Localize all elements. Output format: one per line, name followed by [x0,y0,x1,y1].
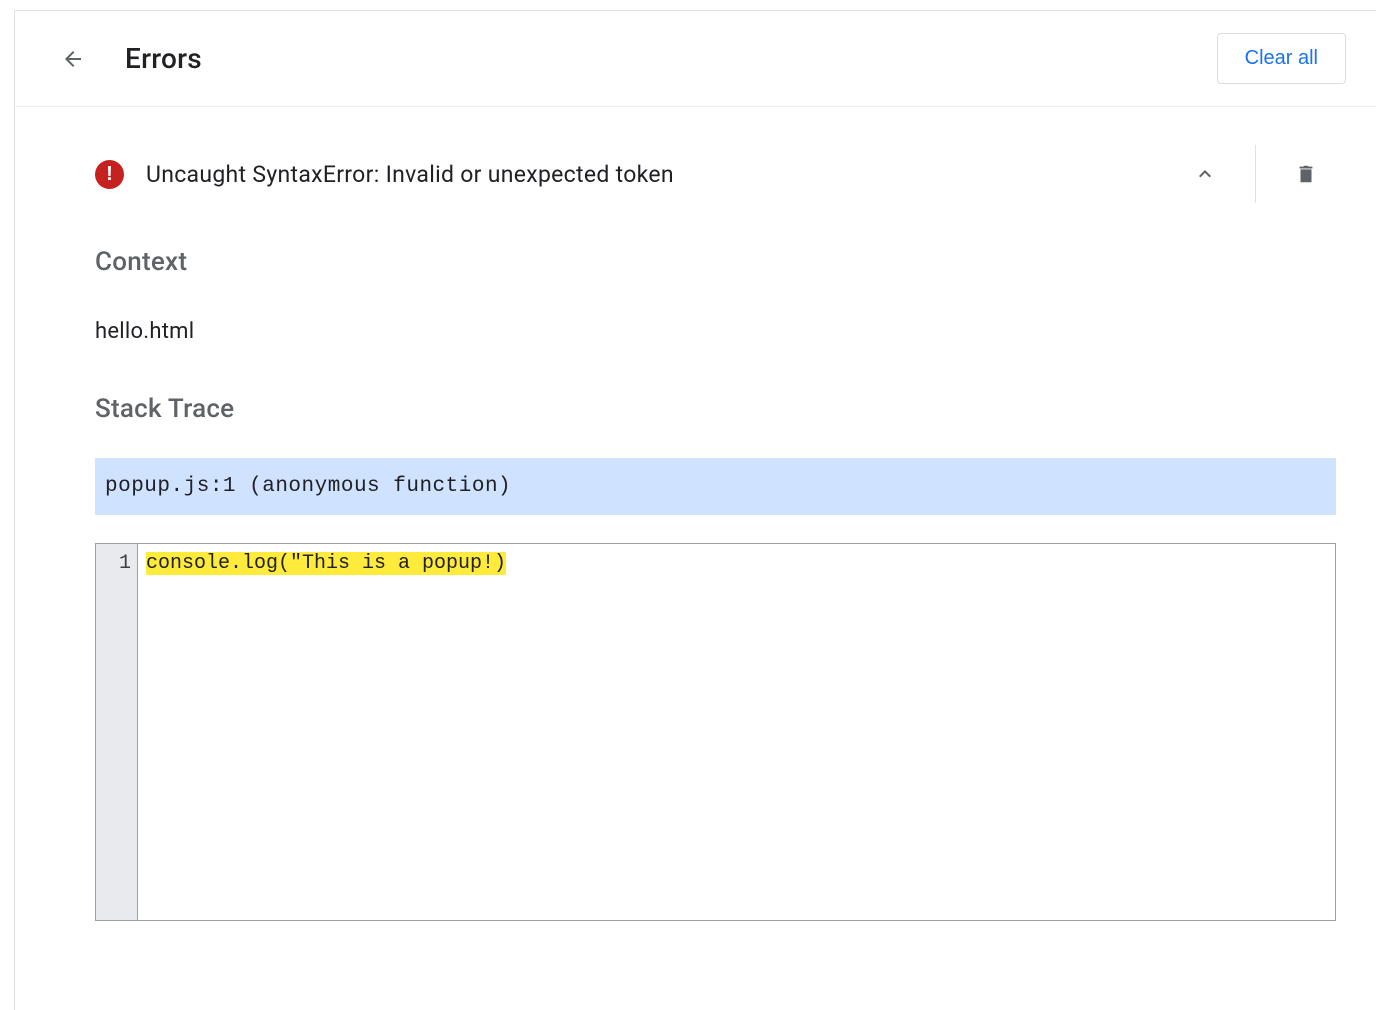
error-header-row: ! Uncaught SyntaxError: Invalid or unexp… [55,107,1336,241]
context-heading: Context [95,247,1336,277]
code-line-highlighted: console.log("This is a popup!) [146,552,506,575]
clear-all-button[interactable]: Clear all [1217,33,1346,84]
back-button[interactable] [61,47,85,71]
error-icon: ! [95,160,124,189]
delete-button[interactable] [1276,145,1336,203]
collapse-button[interactable] [1175,145,1235,203]
stack-trace-heading: Stack Trace [95,394,1336,424]
error-details: Context hello.html Stack Trace popup.js:… [55,247,1336,921]
context-file: hello.html [95,319,1336,344]
error-left: ! Uncaught SyntaxError: Invalid or unexp… [95,160,674,189]
chevron-up-icon [1193,162,1217,186]
arrow-left-icon [61,47,85,71]
code-area: console.log("This is a popup!) [138,544,1335,920]
separator [1255,145,1256,203]
code-viewer: 1 console.log("This is a popup!) [95,543,1336,921]
content-area: ! Uncaught SyntaxError: Invalid or unexp… [15,107,1376,921]
trash-icon [1295,161,1317,187]
line-number: 1 [96,552,131,575]
header-left: Errors [61,42,202,75]
code-gutter: 1 [96,544,138,920]
error-message: Uncaught SyntaxError: Invalid or unexpec… [146,161,674,188]
page-title: Errors [125,42,202,75]
stack-trace-entry[interactable]: popup.js:1 (anonymous function) [95,458,1336,515]
page-header: Errors Clear all [15,11,1376,107]
error-actions [1175,145,1336,203]
